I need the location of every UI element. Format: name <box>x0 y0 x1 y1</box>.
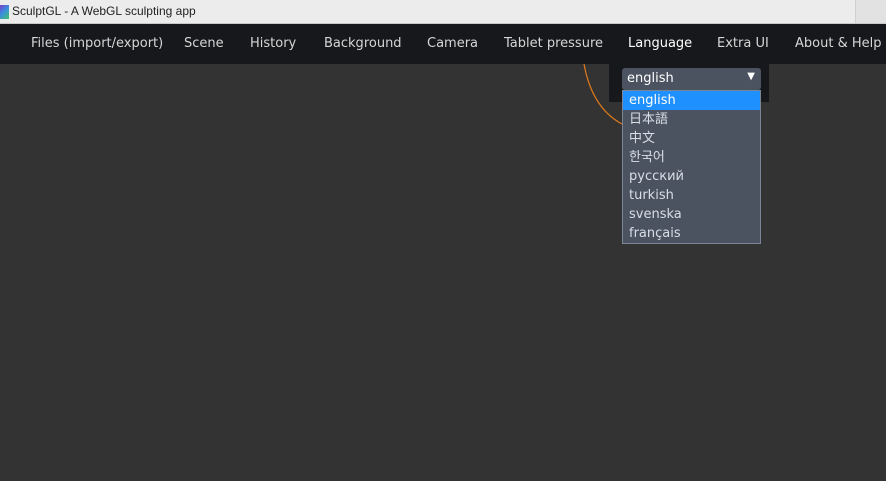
language-option-english[interactable]: english <box>623 91 760 110</box>
menu-scene[interactable]: Scene <box>184 24 224 64</box>
language-option-turkish[interactable]: turkish <box>623 186 760 205</box>
language-select-value: english <box>627 71 674 86</box>
app-icon <box>0 5 9 19</box>
menu-tablet-pressure[interactable]: Tablet pressure <box>504 24 603 64</box>
window-titlebar: SculptGL - A WebGL sculpting app <box>0 0 886 24</box>
language-option-japanese[interactable]: 日本語 <box>623 110 760 129</box>
menu-extra-ui[interactable]: Extra UI <box>717 24 769 64</box>
language-option-russian[interactable]: русский <box>623 167 760 186</box>
language-option-chinese[interactable]: 中文 <box>623 129 760 148</box>
triangle-down-icon: ▼ <box>747 71 755 82</box>
menu-files[interactable]: Files (import/export) <box>31 24 163 64</box>
titlebar-controls[interactable] <box>855 0 886 23</box>
menu-language[interactable]: Language <box>628 24 692 64</box>
language-dropdown-list: english 日本語 中文 한국어 русский turkish svens… <box>622 90 761 244</box>
menu-history[interactable]: History <box>250 24 296 64</box>
language-option-swedish[interactable]: svenska <box>623 205 760 224</box>
window-title: SculptGL - A WebGL sculpting app <box>12 4 196 18</box>
language-option-korean[interactable]: 한국어 <box>623 148 760 167</box>
menu-camera[interactable]: Camera <box>427 24 478 64</box>
menu-about-help[interactable]: About & Help <box>795 24 881 64</box>
language-select[interactable]: english ▼ <box>622 68 761 90</box>
menu-background[interactable]: Background <box>324 24 402 64</box>
main-menubar: Files (import/export) Scene History Back… <box>0 24 886 64</box>
language-option-french[interactable]: français <box>623 224 760 243</box>
